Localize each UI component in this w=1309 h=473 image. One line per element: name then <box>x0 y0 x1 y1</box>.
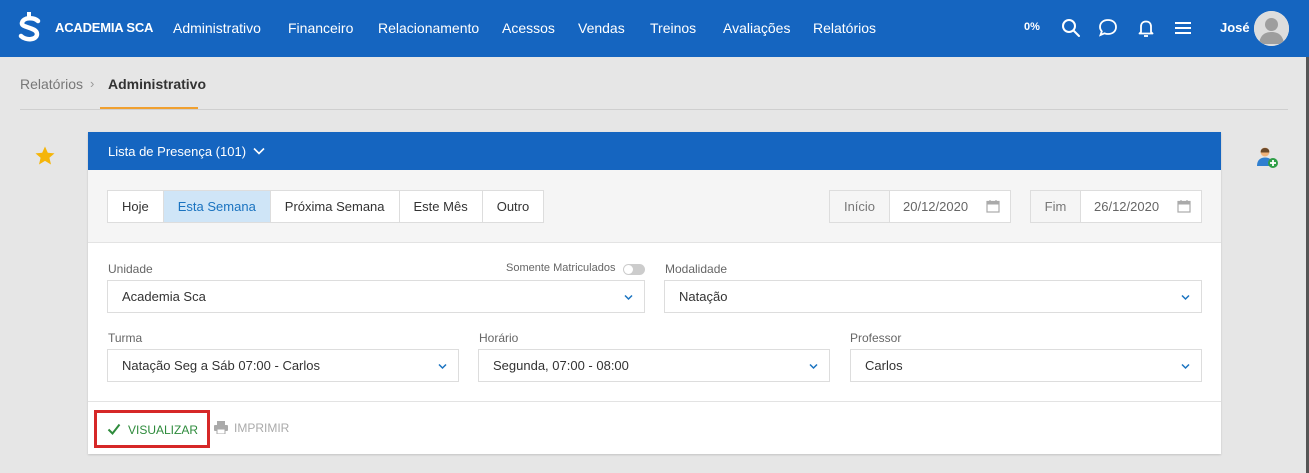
app-brand-name: ACADEMIA SCA <box>55 20 154 35</box>
start-date-value[interactable]: 20/12/2020 <box>903 191 968 222</box>
report-header[interactable]: Lista de Presença (101) <box>88 132 1221 170</box>
nav-item-relatorios[interactable]: Relatórios <box>813 20 876 36</box>
app-logo-icon[interactable] <box>18 12 42 44</box>
modalidade-value: Natação <box>679 289 728 304</box>
visualizar-label: VISUALIZAR <box>128 423 199 437</box>
period-este-mes-button[interactable]: Este Mês <box>400 191 483 222</box>
report-title: Lista de Presença (101) <box>108 144 247 159</box>
end-date-value[interactable]: 26/12/2020 <box>1094 191 1159 222</box>
check-icon <box>107 423 121 436</box>
horario-label: Horário <box>479 331 519 345</box>
visualizar-button[interactable]: VISUALIZAR <box>94 410 210 448</box>
nav-item-acessos[interactable]: Acessos <box>502 20 555 36</box>
end-date-label: Fim <box>1031 191 1081 222</box>
chevron-down-icon <box>1181 363 1190 370</box>
turma-label: Turma <box>108 331 143 345</box>
user-name[interactable]: José <box>1220 20 1250 35</box>
calendar-icon[interactable] <box>986 199 1000 213</box>
unidade-select[interactable]: Academia Sca <box>107 280 645 313</box>
period-selector-area: Hoje Esta Semana Próxima Semana Este Mês… <box>88 170 1221 243</box>
menu-icon[interactable] <box>1173 18 1193 38</box>
breadcrumb-separator: › <box>90 76 95 91</box>
chevron-down-icon <box>809 363 818 370</box>
period-esta-semana-button[interactable]: Esta Semana <box>163 191 271 222</box>
nav-item-financeiro[interactable]: Financeiro <box>288 20 353 36</box>
unidade-label: Unidade <box>108 262 153 276</box>
start-date-label: Início <box>830 191 890 222</box>
nav-item-treinos[interactable]: Treinos <box>650 20 696 36</box>
professor-label: Professor <box>850 331 902 345</box>
bell-icon[interactable] <box>1136 18 1156 38</box>
report-card: Lista de Presença (101) Hoje Esta Semana… <box>88 132 1221 454</box>
turma-select[interactable]: Natação Seg a Sáb 07:00 - Carlos <box>107 349 459 382</box>
end-date-field[interactable]: Fim 26/12/2020 <box>1030 190 1202 223</box>
progress-indicator[interactable]: 0% <box>1024 21 1040 33</box>
chevron-down-icon <box>624 294 633 301</box>
favorite-star-icon[interactable] <box>34 145 56 167</box>
nav-item-relacionamento[interactable]: Relacionamento <box>378 20 479 36</box>
chevron-down-icon[interactable] <box>252 144 266 158</box>
breadcrumb-current: Administrativo <box>108 76 207 92</box>
professor-value: Carlos <box>865 358 903 373</box>
somente-matriculados-label: Somente Matriculados <box>506 262 616 274</box>
period-segmented-control: Hoje Esta Semana Próxima Semana Este Mês… <box>107 190 545 223</box>
search-icon[interactable] <box>1061 18 1081 38</box>
add-user-icon[interactable] <box>1255 145 1279 169</box>
turma-value: Natação Seg a Sáb 07:00 - Carlos <box>122 358 321 373</box>
calendar-icon[interactable] <box>1177 199 1191 213</box>
modalidade-label: Modalidade <box>665 262 728 276</box>
unidade-value: Academia Sca <box>122 289 206 304</box>
period-outro-button[interactable]: Outro <box>483 191 544 222</box>
chevron-down-icon <box>438 363 447 370</box>
start-date-field[interactable]: Início 20/12/2020 <box>829 190 1011 223</box>
period-proxima-semana-button[interactable]: Próxima Semana <box>271 191 400 222</box>
nav-item-avaliacoes[interactable]: Avaliações <box>723 20 790 36</box>
breadcrumb-divider <box>20 109 1288 110</box>
somente-matriculados-toggle[interactable] <box>623 264 645 275</box>
horario-value: Segunda, 07:00 - 08:00 <box>493 358 629 373</box>
nav-item-administrativo[interactable]: Administrativo <box>173 20 261 36</box>
nav-item-vendas[interactable]: Vendas <box>578 20 625 36</box>
printer-icon <box>214 421 228 434</box>
modalidade-select[interactable]: Natação <box>664 280 1202 313</box>
professor-select[interactable]: Carlos <box>850 349 1202 382</box>
user-avatar-icon <box>1254 11 1289 46</box>
horario-select[interactable]: Segunda, 07:00 - 08:00 <box>478 349 830 382</box>
chat-icon[interactable] <box>1098 18 1118 38</box>
avatar[interactable] <box>1254 11 1289 46</box>
breadcrumb-parent[interactable]: Relatórios <box>20 76 83 92</box>
period-hoje-button[interactable]: Hoje <box>108 191 164 222</box>
top-navbar: ACADEMIA SCA Administrativo Financeiro R… <box>0 0 1309 57</box>
actions-divider <box>88 401 1221 402</box>
imprimir-label: IMPRIMIR <box>234 421 290 435</box>
chevron-down-icon <box>1181 294 1190 301</box>
